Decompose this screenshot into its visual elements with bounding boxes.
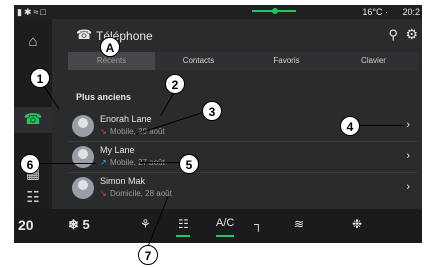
chevron-right-icon[interactable]: ›	[406, 150, 410, 162]
annotation-marker: 2	[165, 74, 185, 94]
defrost-icon[interactable]: ≋	[294, 217, 304, 231]
status-icons: ▮✱≈□	[17, 7, 48, 17]
annotation-marker: 7	[138, 245, 158, 265]
seat-heating-icon[interactable]: ☷	[178, 217, 189, 231]
media-progress-indicator	[252, 8, 296, 14]
avatar	[72, 115, 94, 137]
callout-line	[360, 125, 404, 126]
sidebar: ⌂ ☎ ▦ ☷	[14, 19, 52, 209]
gear-icon[interactable]: ⚙	[405, 26, 418, 43]
seat-back-icon[interactable]: ┐	[254, 217, 263, 231]
seat-heating-level	[176, 235, 190, 237]
clock: 20:2	[402, 7, 420, 17]
call-log-row[interactable]: Simon Mak ↘ Domicile, 28 août ›	[68, 173, 418, 203]
avatar	[72, 177, 94, 199]
tab-favoris[interactable]: Favoris	[243, 52, 330, 70]
call-log-row[interactable]: My Lane ↗ Mobile, 27 août ›	[68, 142, 418, 173]
phone-icon[interactable]: ☎	[14, 107, 52, 133]
section-title: Plus anciens	[76, 92, 132, 102]
tab-bar: Récents Contacts Favoris Clavier	[68, 52, 418, 70]
annotation-marker: 4	[340, 116, 360, 136]
annotation-marker: 1	[30, 68, 50, 88]
contact-name: Simon Mak	[100, 176, 146, 186]
fan-speed[interactable]: ❄ 5	[68, 217, 90, 233]
temperature-setting[interactable]: 20	[18, 217, 34, 233]
outside-temperature: 16°C ·	[362, 7, 388, 17]
tab-contacts[interactable]: Contacts	[155, 52, 242, 70]
missed-call-icon: ↘	[100, 127, 107, 136]
avatar	[72, 146, 94, 168]
climate-bar: 20 ❄ 5 ⚘ ☷ A/C ┐ ≋ ❉	[14, 209, 422, 243]
contact-name: My Lane	[100, 145, 135, 155]
search-icon[interactable]: ⚲	[388, 27, 398, 43]
annotation-marker: 5	[179, 154, 199, 174]
car-icon[interactable]: ☷	[14, 185, 52, 211]
phone-icon: ☎	[76, 27, 93, 42]
call-date: Mobile, 29 août	[110, 127, 165, 136]
chevron-right-icon[interactable]: ›	[406, 119, 410, 131]
callout-line	[140, 162, 180, 163]
fan-icon[interactable]: ⚘	[140, 217, 151, 231]
chevron-right-icon[interactable]: ›	[406, 181, 410, 193]
contact-name: Enorah Lane	[100, 114, 152, 124]
ac-active-indicator	[216, 235, 234, 237]
status-bar: ▮✱≈□ 16°C · 20:2	[14, 5, 422, 19]
call-date: Domicile, 28 août	[110, 189, 172, 198]
annotation-marker: 6	[20, 154, 40, 174]
missed-call-icon: ↘	[100, 189, 107, 198]
outgoing-call-icon: ↗	[100, 158, 107, 167]
ac-button[interactable]: A/C	[216, 217, 234, 229]
annotation-marker: A	[100, 37, 120, 57]
call-details: ↘ Domicile, 28 août	[100, 189, 172, 198]
ventilation-icon[interactable]: ❉	[352, 217, 362, 231]
callout-line	[40, 163, 96, 164]
tab-clavier[interactable]: Clavier	[330, 52, 417, 70]
infotainment-screen: ▮✱≈□ 16°C · 20:2 ⌂ ☎ ▦ ☷ ☎ Téléphone ⚲ ⚙…	[14, 5, 422, 243]
annotation-marker: 3	[202, 101, 222, 121]
call-log-row[interactable]: Enorah Lane ↘ Mobile, 29 août ›	[68, 111, 418, 142]
home-icon[interactable]: ⌂	[14, 29, 52, 55]
